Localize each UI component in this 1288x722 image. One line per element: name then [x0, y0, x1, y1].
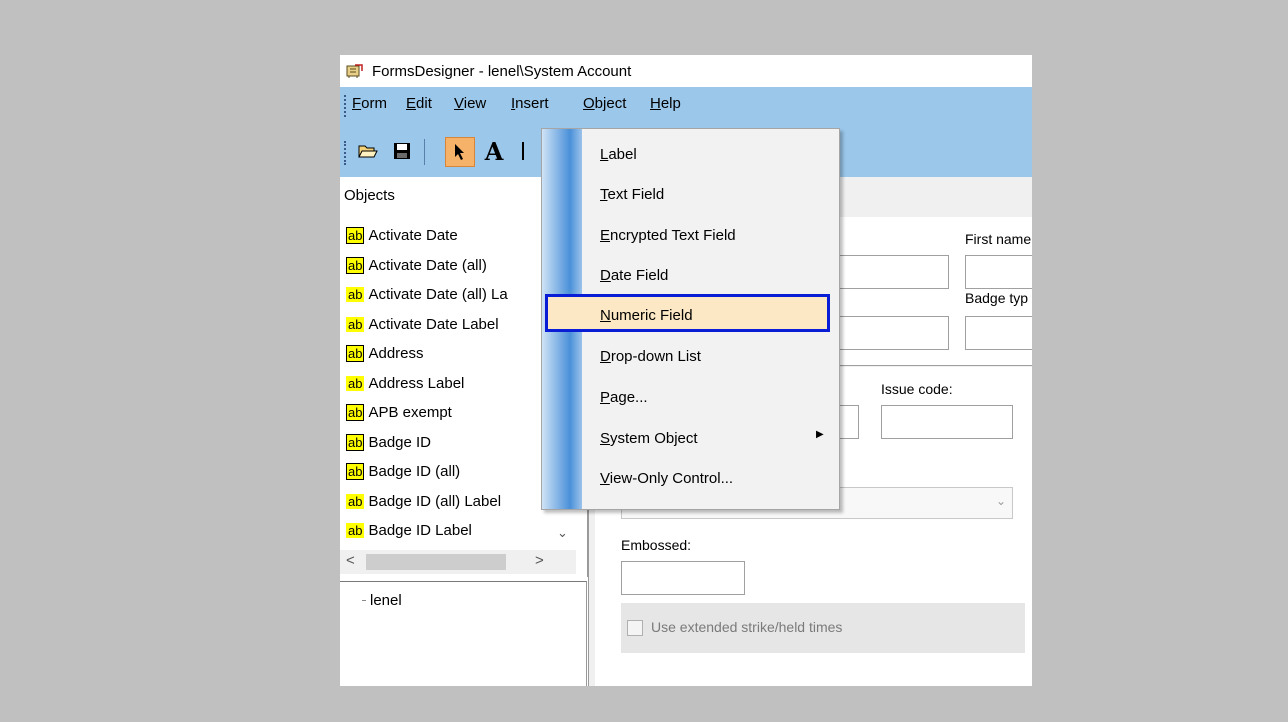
menu-insert[interactable]: Insert [511, 95, 549, 112]
menu-item-numeric-field[interactable]: Numeric Field [600, 307, 693, 324]
title-bar: FormsDesigner - lenel\System Account [340, 55, 1032, 87]
label-icon: ab [346, 375, 365, 391]
scroll-left-icon[interactable]: < [346, 552, 355, 569]
pointer-tool-button[interactable] [445, 137, 475, 167]
text-tool-button[interactable]: A [480, 136, 508, 166]
tree-connector [362, 600, 366, 601]
objects-horizontal-scrollbar[interactable]: < > [340, 550, 576, 574]
insert-menu-dropdown: Label Text Field Encrypted Text Field Da… [541, 128, 840, 510]
menu-item-drop-down-list[interactable]: Drop-down List [600, 348, 701, 365]
forms-designer-app-icon [346, 64, 363, 78]
field-tool-button[interactable] [512, 137, 540, 165]
submenu-arrow-icon: ▶ [816, 429, 824, 440]
badge-type-label: Badge typ [965, 290, 1029, 306]
label-icon: ab [346, 287, 365, 303]
issue-code-label: Issue code: [881, 381, 953, 397]
first-name-label: First name [965, 231, 1032, 247]
save-disk-icon [394, 143, 410, 159]
scroll-right-icon[interactable]: > [535, 552, 544, 569]
extended-strike-checkbox[interactable] [627, 620, 643, 636]
embossed-label: Embossed: [621, 537, 692, 553]
menu-form[interactable]: Form [352, 95, 387, 112]
menu-help[interactable]: Help [650, 95, 681, 112]
extended-strike-label: Use extended strike/held times [651, 619, 843, 635]
scrollbar-thumb[interactable] [366, 554, 506, 570]
text-field-icon: ab [346, 463, 365, 481]
object-item-badge-id-label[interactable]: ab Badge ID Label [346, 516, 576, 546]
first-name-field[interactable] [965, 255, 1032, 289]
text-field-icon: ab [346, 404, 365, 422]
save-button[interactable] [388, 137, 416, 165]
embossed-field[interactable] [621, 561, 745, 595]
label-icon: ab [346, 523, 365, 539]
objects-panel-title: Objects [344, 187, 395, 204]
menu-item-view-only-control[interactable]: View-Only Control... [600, 470, 733, 487]
issue-code-field[interactable] [881, 405, 1013, 439]
menu-edit[interactable]: Edit [406, 95, 432, 112]
pointer-arrow-icon [455, 144, 464, 160]
open-button[interactable] [354, 137, 382, 165]
field-tool-icon [522, 142, 524, 160]
menu-item-date-field[interactable]: Date Field [600, 267, 668, 284]
open-folder-icon [358, 145, 378, 158]
window-title: FormsDesigner - lenel\System Account [372, 63, 632, 80]
label-icon: ab [346, 316, 365, 332]
badge-type-field[interactable] [965, 316, 1032, 350]
text-tool-glyph: A [484, 136, 504, 166]
menu-item-label[interactable]: Label [600, 146, 637, 163]
menu-item-system-object[interactable]: System Object [600, 430, 698, 447]
toolbar-grip[interactable] [344, 141, 348, 165]
text-field-icon: ab [346, 433, 365, 451]
menu-item-page[interactable]: Page... [600, 389, 648, 406]
menu-bar: Form Edit View Insert Object Help [340, 87, 1032, 125]
chevron-down-icon[interactable]: ⌄ [996, 494, 1006, 508]
label-icon: ab [346, 493, 365, 509]
tree-item-root[interactable]: lenel [370, 592, 402, 609]
screenshot-background: { "window": { "title": "FormsDesigner - … [0, 0, 1288, 722]
toolbar-separator [424, 139, 425, 165]
menu-item-encrypted-text-field[interactable]: Encrypted Text Field [600, 227, 736, 244]
menubar-grip[interactable] [344, 95, 348, 117]
menu-item-text-field[interactable]: Text Field [600, 186, 664, 203]
tree-panel: lenel [340, 581, 587, 686]
scroll-down-icon[interactable]: ⌄ [557, 525, 568, 541]
menu-object[interactable]: Object [583, 95, 626, 112]
text-field-icon: ab [346, 345, 365, 363]
extended-strike-area: Use extended strike/held times [621, 603, 1025, 653]
text-field-icon: ab [346, 256, 365, 274]
text-field-icon: ab [346, 227, 365, 245]
menu-view[interactable]: View [454, 95, 486, 112]
